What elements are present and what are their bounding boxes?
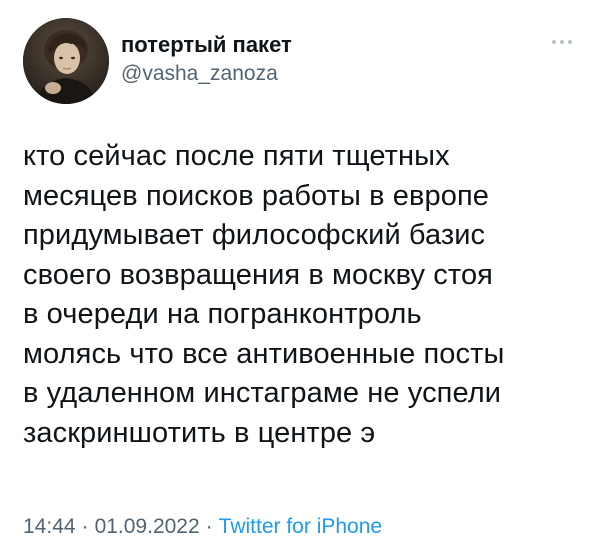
more-options-button[interactable]: [545, 32, 579, 52]
meta-separator: ·: [205, 515, 213, 538]
tweet-text-line: заскриншотить в центре э: [23, 416, 376, 449]
tweet-time[interactable]: 14:44: [23, 515, 76, 538]
tweet-text-line: кто сейчас после пяти тщетных: [23, 140, 450, 172]
meta-separator: ·: [81, 515, 89, 538]
tweet-text: кто сейчас после пяти тщетных месяцев по…: [23, 137, 583, 453]
avatar-photo-icon: [23, 18, 109, 104]
tweet-source-link[interactable]: Twitter for iPhone: [219, 515, 382, 538]
more-horizontal-icon: [552, 40, 556, 44]
tweet-text-line: придумывает философский базис: [23, 219, 486, 251]
tweet-date[interactable]: 01.09.2022: [95, 515, 200, 538]
author-display-name[interactable]: потертый пакет: [121, 32, 292, 58]
tweet-meta: 14:44 · 01.09.2022 · Twitter for iPhone: [23, 514, 382, 540]
avatar[interactable]: [23, 18, 109, 104]
tweet-text-line: своего возвращения в москву стоя: [23, 258, 493, 291]
tweet-text-line: месяцев поисков работы в европе: [23, 179, 490, 212]
author-handle[interactable]: @vasha_zanoza: [121, 61, 292, 87]
more-horizontal-icon: [560, 40, 564, 44]
tweet-card: потертый пакет @vasha_zanoza кто сейчас …: [0, 0, 600, 552]
tweet-text-line: в очереди на погранконтроль: [23, 298, 422, 330]
author-block: потертый пакет @vasha_zanoza: [121, 32, 292, 87]
tweet-text-line: в удаленном инстаграме не успели: [23, 377, 502, 409]
more-horizontal-icon: [568, 40, 572, 44]
tweet-text-line: молясь что все антивоенные посты: [23, 337, 505, 370]
